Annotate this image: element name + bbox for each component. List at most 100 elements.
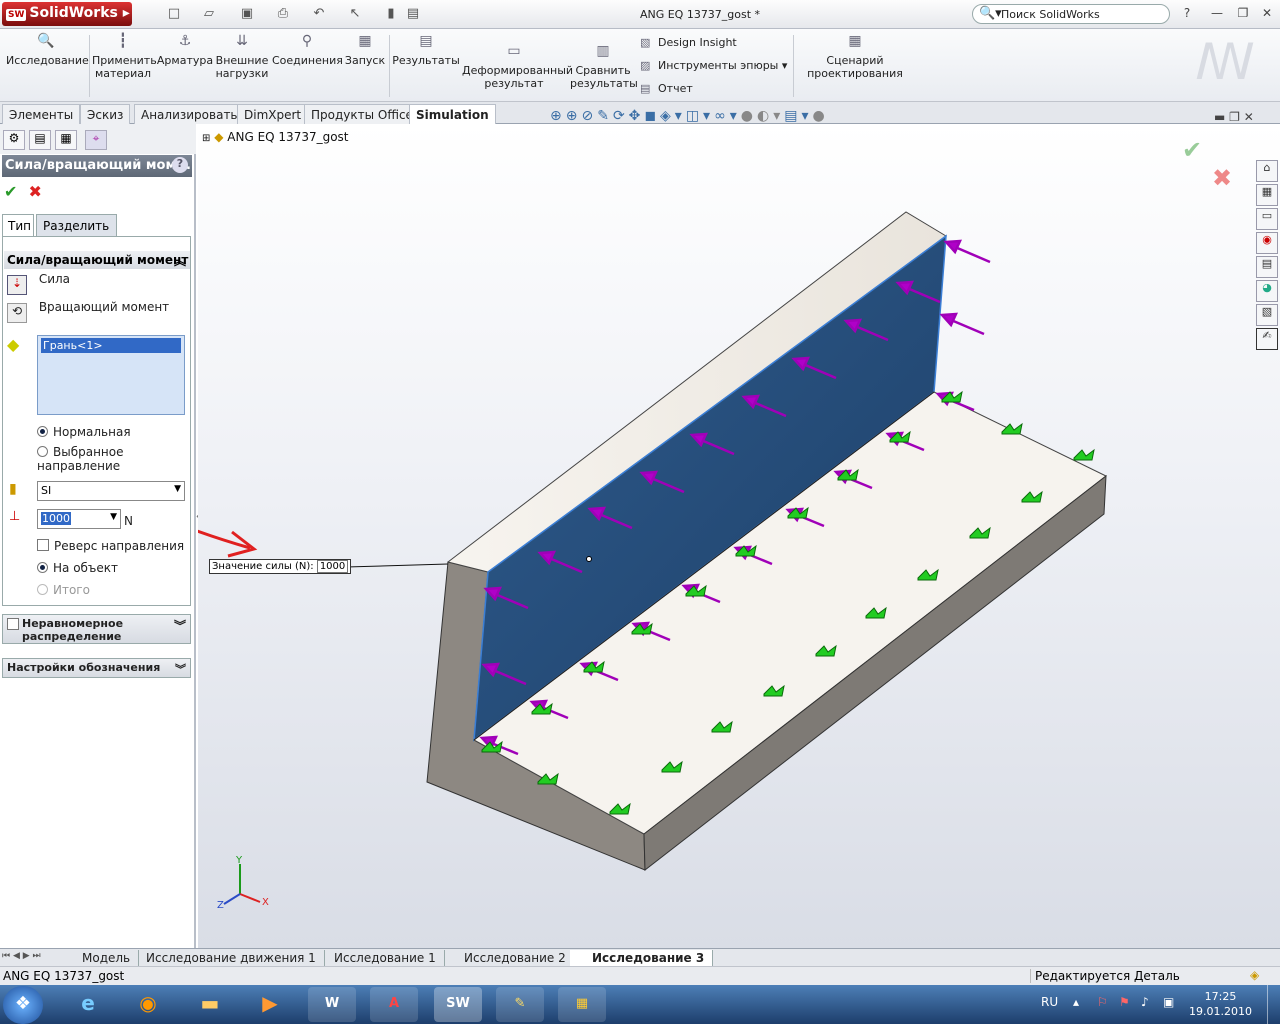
tab-study-1[interactable]: Исследование 1 (312, 950, 445, 966)
print-icon[interactable]: ⎙ (274, 6, 292, 22)
force-value-input[interactable]: 1000 ▼ (37, 509, 121, 529)
graphics-area[interactable]: ⊞ ◆ ANG EQ 13737_gost ✔ ✖ Y X Z Значение… (198, 124, 1280, 948)
solidworks-taskbar-icon[interactable]: SW (434, 987, 482, 1022)
acrobat-icon[interactable]: A (370, 987, 418, 1022)
zoom-fit-icon[interactable]: ⊕ (550, 108, 566, 124)
radio-normal-indicator[interactable] (37, 426, 48, 437)
run-button[interactable]: ▦ Запуск (344, 34, 386, 67)
design-scenario-button[interactable]: ▦ Сценарий проектирования (800, 34, 910, 80)
apply-material-button[interactable]: ┇ Применить материал (92, 34, 157, 80)
cancel-x-icon[interactable]: ✖ (29, 182, 42, 201)
volume-icon[interactable]: ♪ (1141, 995, 1149, 1009)
tray-chevron-icon[interactable]: ▴ (1073, 995, 1079, 1009)
expand-icon[interactable]: ︾ (175, 661, 186, 677)
tab-study-3[interactable]: Исследование 3 (570, 950, 714, 966)
symbol-settings-group[interactable]: Настройки обозначения ︾ (2, 658, 191, 678)
group-header[interactable]: Сила/вращающий момент ︽ (4, 251, 190, 269)
new-file-icon[interactable]: □ (165, 6, 183, 22)
movie-maker-icon[interactable]: ▦ (558, 987, 606, 1022)
media-player-icon[interactable]: ▶ (246, 987, 294, 1022)
tab-scroll-arrows[interactable]: ⏮ ◀ ▶ ⏭ (2, 951, 41, 961)
explorer-icon[interactable]: ▬ (186, 987, 234, 1022)
appearances-icon[interactable]: ◕ (1256, 280, 1278, 302)
pan-icon[interactable]: ✥ (629, 108, 645, 124)
dimxpert-tab-icon[interactable]: ⌖ (85, 130, 107, 150)
help-icon[interactable]: ? (172, 157, 188, 173)
external-loads-button[interactable]: ⇊ Внешние нагрузки (215, 34, 269, 80)
deformed-result-button[interactable]: ▭ Деформированный результат (462, 44, 573, 90)
previous-view-icon[interactable]: ⊘ (581, 108, 597, 124)
show-desktop-button[interactable] (1267, 985, 1280, 1024)
doc-close-icon[interactable]: ✕ (1244, 110, 1254, 124)
clock[interactable]: 17:25 19.01.2010 (1189, 989, 1252, 1019)
open-file-icon[interactable]: ▱ (200, 6, 218, 22)
collapse-icon[interactable]: ︽ (174, 252, 186, 269)
restore-button[interactable]: ❐ (1234, 6, 1252, 22)
report-button[interactable]: ▤ Отчет (640, 82, 693, 95)
expand-icon[interactable]: ︾ (174, 617, 186, 634)
undo-icon[interactable]: ↶ (310, 6, 328, 22)
display-style-icon[interactable]: ◈▾ (660, 108, 686, 124)
rebuild-icon[interactable]: ▮ (382, 6, 400, 22)
select-icon[interactable]: ↖ (346, 6, 364, 22)
paint-icon[interactable]: ✎ (496, 987, 544, 1022)
view-settings-icon[interactable]: ◐▾ (757, 108, 784, 124)
tab-evaluate[interactable]: Анализировать (134, 104, 245, 124)
design-library-icon[interactable]: ▦ (1256, 184, 1278, 206)
options-icon[interactable]: ▤ (404, 6, 422, 22)
configuration-tab-icon[interactable]: ▦ (55, 130, 77, 150)
units-select[interactable]: SI ▼ (37, 481, 185, 501)
reverse-direction-checkbox[interactable]: Реверс направления (37, 539, 184, 553)
search-box[interactable]: 🔍▾ Поиск SolidWorks (972, 4, 1170, 24)
feature-manager-tab-icon[interactable]: ⚙ (3, 130, 25, 150)
radio-normal[interactable]: Нормальная (37, 425, 131, 439)
tab-motion-study[interactable]: Исследование движения 1 (138, 950, 325, 966)
network-icon[interactable]: ⚐ (1097, 995, 1108, 1009)
callout-value[interactable]: 1000 (316, 560, 349, 573)
design-insight-button[interactable]: ▧ Design Insight (640, 36, 737, 49)
list-item[interactable]: Грань<1> (41, 338, 181, 353)
checkbox[interactable] (37, 539, 49, 551)
radio-per-item[interactable]: На объект (37, 561, 118, 575)
save-icon[interactable]: ▣ (238, 6, 256, 22)
word-icon[interactable]: W (308, 987, 356, 1022)
torque-option[interactable]: ⟲ Вращающий момент (7, 300, 169, 323)
view-palette-icon[interactable]: ▤ (1256, 256, 1278, 278)
tab-dimxpert[interactable]: DimXpert (237, 104, 309, 124)
firefox-icon[interactable]: ◉ (124, 987, 172, 1022)
render-icon[interactable]: ● (813, 108, 829, 124)
tab-study-2[interactable]: Исследование 2 (442, 950, 575, 966)
connections-button[interactable]: ⚲ Соединения (272, 34, 343, 67)
custom-properties-icon[interactable]: ▧ (1256, 304, 1278, 326)
rotate-icon[interactable]: ⟳ (613, 108, 629, 124)
display-plot-icon[interactable]: ▤▾ (784, 108, 812, 124)
tab-sketch[interactable]: Эскиз (80, 104, 131, 124)
language-indicator[interactable]: RU (1041, 995, 1058, 1009)
close-button[interactable]: ✕ (1258, 6, 1276, 22)
document-window-controls[interactable]: ▬ ❐ ✕ (1214, 110, 1254, 124)
fixtures-button[interactable]: ⚓ Арматура (156, 34, 214, 67)
tab-office-products[interactable]: Продукты Office (304, 104, 420, 124)
checkbox[interactable] (7, 618, 19, 630)
rebuild-status-icon[interactable]: ◈ (1250, 968, 1259, 982)
home-icon[interactable]: ⌂ (1256, 160, 1278, 182)
radio-selected-direction[interactable]: Выбранное направление (37, 445, 147, 473)
force-option[interactable]: ⇣ Сила (7, 272, 70, 295)
start-button[interactable]: ❖ (3, 986, 43, 1024)
minimize-button[interactable]: — (1208, 6, 1226, 22)
radio-selected-indicator[interactable] (37, 446, 48, 457)
tab-model[interactable]: Модель (74, 950, 140, 966)
tab-features[interactable]: Элементы (2, 104, 81, 124)
view-orientation-icon[interactable]: ◼ (644, 108, 660, 124)
selection-list[interactable]: Грань<1> (37, 335, 185, 415)
compare-results-button[interactable]: ▥ Сравнить результаты (570, 44, 638, 90)
results-button[interactable]: ▤ Результаты (392, 34, 460, 67)
tab-type[interactable]: Тип (2, 214, 34, 236)
solidworks-logo[interactable]: SW SolidWorks ▸ (2, 2, 132, 26)
plot-tools-button[interactable]: ▨ Инструменты эпюры ▾ (640, 59, 787, 72)
radio-per-item-indicator[interactable] (37, 562, 48, 573)
tray-app-icon[interactable]: ▣ (1163, 995, 1174, 1009)
hide-show-icon[interactable]: ◫▾ (686, 108, 714, 124)
tab-simulation[interactable]: Simulation (409, 104, 496, 125)
simulation-advisor-icon[interactable]: ✍ (1256, 328, 1278, 350)
